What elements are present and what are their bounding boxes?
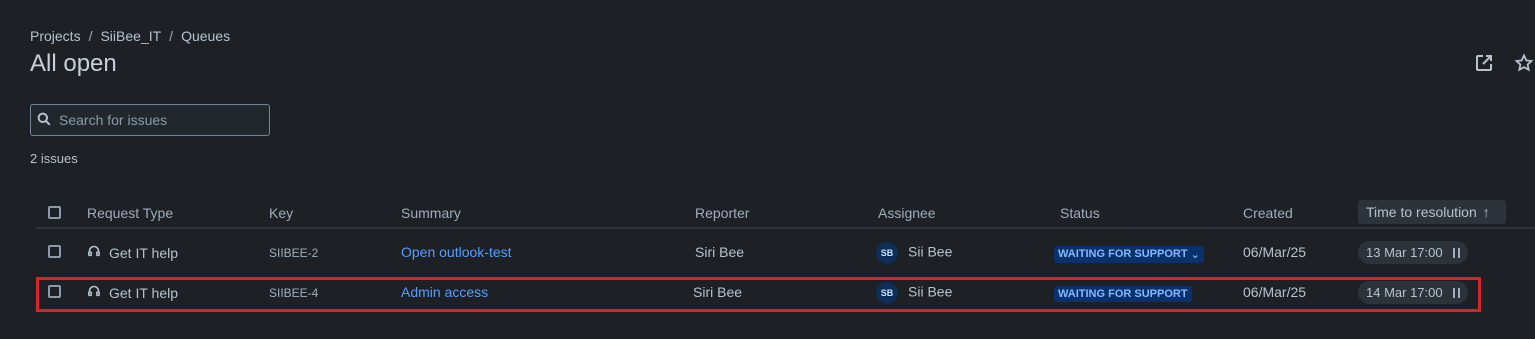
page-title: All open [30,50,117,77]
table-header: Request Type Key Summary Reporter Assign… [36,196,1535,229]
ttr-badge: 14 Mar 17:00 [1358,281,1468,304]
assignee-name: Sii Bee [908,243,953,260]
avatar: SB [876,242,898,264]
breadcrumb-queues[interactable]: Queues [181,28,230,44]
search-input[interactable] [59,112,259,128]
pause-icon [1452,287,1460,298]
star-icon[interactable] [1513,52,1535,74]
headset-icon [87,284,101,301]
issue-key[interactable]: SIIBEE-4 [269,286,318,300]
issues-table: Request Type Key Summary Reporter Assign… [36,196,1535,311]
avatar: SB [876,282,898,304]
table-row[interactable]: Get IT help SIIBEE-4 Admin access Siri B… [36,271,1535,311]
col-status[interactable]: Status [1060,205,1100,221]
assignee-cell: SB Sii Bee [876,282,952,304]
issue-summary-link[interactable]: Admin access [401,284,488,300]
chevron-down-icon: ⌄ [1190,248,1200,261]
status-dropdown[interactable]: WAITING FOR SUPPORT ⌄ [1054,244,1204,263]
status-badge: WAITING FOR SUPPORT ⌄ [1054,245,1204,263]
reporter-name: Siri Bee [693,284,743,300]
request-type-label: Get IT help [109,284,179,301]
created-date: 06/Mar/25 [1243,244,1307,260]
ttr-badge: 13 Mar 17:00 [1358,241,1468,264]
col-summary[interactable]: Summary [401,205,461,221]
issue-count: 2 issues [30,151,78,166]
sort-ascending-icon: ↑ [1482,204,1490,220]
table-row[interactable]: Get IT help SIIBEE-2 Open outlook-test S… [36,231,1535,271]
status-badge: WAITING FOR SUPPORT [1054,286,1192,302]
request-type-cell: Get IT help [87,284,178,301]
pause-icon [1452,247,1460,258]
row-checkbox[interactable] [48,285,61,301]
row-checkbox[interactable] [48,245,61,261]
ttr-cell: 13 Mar 17:00 [1358,241,1468,264]
col-time-to-resolution-label: Time to resolution [1366,204,1477,220]
assignee-name: Sii Bee [908,283,953,300]
issue-key[interactable]: SIIBEE-2 [269,246,318,260]
assignee-cell: SB Sii Bee [876,242,952,264]
breadcrumb-siibee-it[interactable]: SiiBee_IT [100,28,161,44]
created-date: 06/Mar/25 [1243,284,1307,300]
status-label: WAITING FOR SUPPORT [1058,248,1188,260]
search-icon [37,112,51,129]
share-icon[interactable] [1473,52,1495,74]
col-assignee[interactable]: Assignee [878,205,936,221]
col-created[interactable]: Created [1243,205,1293,221]
status-label: WAITING FOR SUPPORT [1058,288,1188,300]
ttr-value: 14 Mar 17:00 [1366,285,1443,300]
col-time-to-resolution[interactable]: Time to resolution ↑ [1358,200,1506,224]
ttr-cell: 14 Mar 17:00 [1358,281,1468,304]
breadcrumb: Projects / SiiBee_IT / Queues [30,28,230,44]
col-request-type[interactable]: Request Type [87,205,173,221]
col-reporter[interactable]: Reporter [695,205,749,221]
reporter-name: Siri Bee [695,244,745,260]
breadcrumb-separator: / [169,28,174,44]
breadcrumb-projects[interactable]: Projects [30,28,81,44]
status-badge-cell[interactable]: WAITING FOR SUPPORT [1054,284,1192,302]
request-type-cell: Get IT help [87,244,178,261]
header-actions [1473,52,1535,74]
issue-summary-link[interactable]: Open outlook-test [401,244,512,260]
breadcrumb-separator: / [88,28,93,44]
search-box [30,104,270,136]
headset-icon [87,244,101,261]
ttr-value: 13 Mar 17:00 [1366,245,1443,260]
request-type-label: Get IT help [109,244,179,261]
col-key[interactable]: Key [269,205,293,221]
select-all-checkbox[interactable] [48,206,61,222]
